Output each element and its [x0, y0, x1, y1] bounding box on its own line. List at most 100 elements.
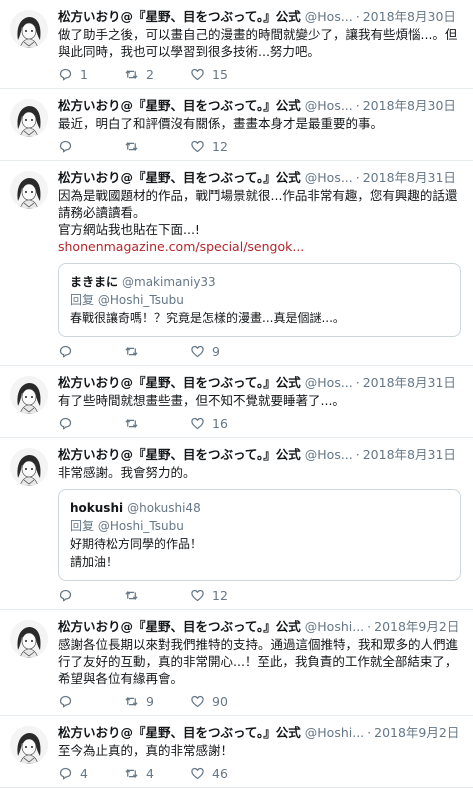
tweet-text: 感謝各位長期以來對我們推特的支持。通過這個推特，我和眾多的人們進行了友好的互動，…	[58, 637, 459, 686]
tweet-date[interactable]: 2018年8月31日	[363, 169, 456, 186]
timeline: 松方いおり@『星野、目をつぶって。』公式 @Hos... · 2018年8月30…	[0, 0, 473, 788]
user-handle[interactable]: @Hos...	[305, 374, 353, 391]
heart-icon	[190, 344, 205, 359]
quoted-user-name[interactable]: hokushi	[70, 501, 123, 515]
retweet-button[interactable]: 4	[124, 766, 190, 781]
like-button[interactable]: 16	[190, 416, 256, 431]
tweet[interactable]: 松方いおり@『星野、目をつぶって。』公式 @Hoshi... · 2018年9月…	[0, 716, 473, 788]
user-handle[interactable]: @Hoshi...	[305, 724, 364, 741]
user-handle[interactable]: @Hos...	[305, 446, 353, 463]
retweet-button[interactable]	[124, 344, 190, 359]
separator-dot: ·	[367, 619, 372, 634]
reply-to-handle[interactable]: @Hoshi_Tsubu	[98, 519, 184, 533]
avatar-illustration-icon[interactable]	[10, 620, 48, 658]
tweet-actions: 9 90	[58, 687, 461, 715]
retweet-button[interactable]	[124, 139, 190, 154]
retweet-icon	[124, 67, 139, 82]
tweet-date[interactable]: 2018年8月31日	[363, 374, 456, 391]
avatar-illustration-icon[interactable]	[10, 99, 48, 137]
like-button[interactable]: 46	[190, 766, 256, 781]
user-name[interactable]: 松方いおり@『星野、目をつぶって。』公式	[58, 446, 301, 463]
like-button[interactable]: 12	[190, 588, 256, 603]
quoted-user-handle[interactable]: @hokushi48	[127, 501, 201, 515]
tweet-text: 有了些時間就想畫些畫，但不知不覺就要睡著了...。	[58, 393, 345, 408]
tweet-header: 松方いおり@『星野、目をつぶって。』公式 @Hos... · 2018年8月30…	[58, 8, 461, 25]
tweet-header: 松方いおり@『星野、目をつぶって。』公式 @Hoshi... · 2018年9月…	[58, 724, 461, 741]
user-name[interactable]: 松方いおり@『星野、目をつぶって。』公式	[58, 169, 301, 186]
like-button[interactable]: 90	[190, 694, 256, 709]
quoted-reply-context: 回复 @Hoshi_Tsubu	[70, 291, 449, 309]
tweet-actions: 12	[58, 581, 461, 609]
reply-button[interactable]	[58, 344, 124, 359]
like-button[interactable]: 12	[190, 139, 256, 154]
reply-icon	[58, 766, 73, 781]
reply-prefix: 回复	[70, 519, 95, 533]
user-name[interactable]: 松方いおり@『星野、目をつぶって。』公式	[58, 618, 301, 635]
user-name[interactable]: 松方いおり@『星野、目をつぶって。』公式	[58, 724, 301, 741]
user-name[interactable]: 松方いおり@『星野、目をつぶって。』公式	[58, 374, 301, 391]
tweet[interactable]: 松方いおり@『星野、目をつぶって。』公式 @Hos... · 2018年8月30…	[0, 89, 473, 161]
quoted-user-name[interactable]: まきまに	[70, 275, 118, 289]
tweet[interactable]: 松方いおり@『星野、目をつぶって。』公式 @Hos... · 2018年8月31…	[0, 366, 473, 438]
user-name[interactable]: 松方いおり@『星野、目をつぶって。』公式	[58, 97, 301, 114]
retweet-button[interactable]: 2	[124, 67, 190, 82]
tweet-date[interactable]: 2018年9月2日	[374, 724, 459, 741]
tweet-date[interactable]: 2018年8月30日	[363, 8, 456, 25]
avatar-illustration-icon[interactable]	[10, 171, 48, 209]
like-button[interactable]: 9	[190, 344, 256, 359]
retweet-button[interactable]	[124, 416, 190, 431]
reply-button[interactable]: 4	[58, 766, 124, 781]
tweet[interactable]: 松方いおり@『星野、目をつぶって。』公式 @Hos... · 2018年8月31…	[0, 161, 473, 366]
tweet[interactable]: 松方いおり@『星野、目をつぶって。』公式 @Hos... · 2018年8月31…	[0, 438, 473, 610]
tweet-text: 做了助手之後，可以畫自己的漫畫的時間就變少了，讓我有些煩惱...。但與此同時，我…	[58, 27, 458, 59]
reply-button[interactable]	[58, 588, 124, 603]
retweet-icon	[124, 694, 139, 709]
quoted-tweet-header: まきまに @makimaniy33	[70, 273, 449, 291]
tweet-actions: 9	[58, 337, 461, 365]
user-handle[interactable]: @Hos...	[305, 8, 353, 25]
like-count: 16	[212, 415, 228, 431]
user-handle[interactable]: @Hoshi...	[305, 618, 364, 635]
tweet-header: 松方いおり@『星野、目をつぶって。』公式 @Hos... · 2018年8月31…	[58, 446, 461, 463]
tweet-actions: 12	[58, 132, 461, 160]
reply-button[interactable]	[58, 416, 124, 431]
quoted-tweet[interactable]: hokushi @hokushi48 回复 @Hoshi_Tsubu 好期待松方同…	[58, 489, 461, 581]
like-count: 12	[212, 138, 228, 154]
reply-button[interactable]	[58, 139, 124, 154]
quoted-user-handle[interactable]: @makimaniy33	[122, 275, 216, 289]
avatar-illustration-icon[interactable]	[10, 448, 48, 486]
reply-icon	[58, 588, 73, 603]
retweet-button[interactable]	[124, 588, 190, 603]
tweet-date[interactable]: 2018年9月2日	[374, 618, 459, 635]
like-button[interactable]: 15	[190, 67, 256, 82]
retweet-count: 4	[146, 765, 154, 781]
avatar-illustration-icon[interactable]	[10, 726, 48, 764]
tweet-header: 松方いおり@『星野、目をつぶって。』公式 @Hos... · 2018年8月30…	[58, 97, 461, 114]
user-handle[interactable]: @Hos...	[305, 169, 353, 186]
tweet-date[interactable]: 2018年8月30日	[363, 97, 456, 114]
heart-icon	[190, 67, 205, 82]
reply-button[interactable]: 1	[58, 67, 124, 82]
user-handle[interactable]: @Hos...	[305, 97, 353, 114]
tweet-date[interactable]: 2018年8月31日	[363, 446, 456, 463]
avatar-illustration-icon[interactable]	[10, 376, 48, 414]
retweet-button[interactable]: 9	[124, 694, 190, 709]
tweet[interactable]: 松方いおり@『星野、目をつぶって。』公式 @Hos... · 2018年8月30…	[0, 0, 473, 89]
tweet-header: 松方いおり@『星野、目をつぶって。』公式 @Hos... · 2018年8月31…	[58, 169, 461, 186]
tweet[interactable]: 松方いおり@『星野、目をつぶって。』公式 @Hoshi... · 2018年9月…	[0, 610, 473, 716]
heart-icon	[190, 588, 205, 603]
tweet-text: 因為是戰國題材的作品，戰鬥場景就很...作品非常有趣，您有興趣的話還請務必讀讀看…	[58, 188, 458, 237]
user-name[interactable]: 松方いおり@『星野、目をつぶって。』公式	[58, 8, 301, 25]
retweet-icon	[124, 416, 139, 431]
tweet-actions: 4 4 46	[58, 759, 461, 787]
like-count: 12	[212, 587, 228, 603]
quoted-tweet-text: 好期待松方同學的作品！ 請加油！	[70, 537, 203, 569]
reply-button[interactable]	[58, 694, 124, 709]
retweet-icon	[124, 344, 139, 359]
avatar-illustration-icon[interactable]	[10, 10, 48, 48]
tweet-link[interactable]: shonenmagazine.com/special/sengok...	[58, 238, 461, 255]
quoted-tweet[interactable]: まきまに @makimaniy33 回复 @Hoshi_Tsubu 春戰很讓奇嗎！…	[58, 263, 461, 337]
reply-to-handle[interactable]: @Hoshi_Tsubu	[98, 293, 184, 307]
quoted-tweet-text: 春戰很讓奇嗎！？究竟是怎樣的漫畫...真是個謎...。	[70, 311, 345, 325]
tweet-text: 至今為止真的，真的非常感謝！	[58, 743, 234, 758]
